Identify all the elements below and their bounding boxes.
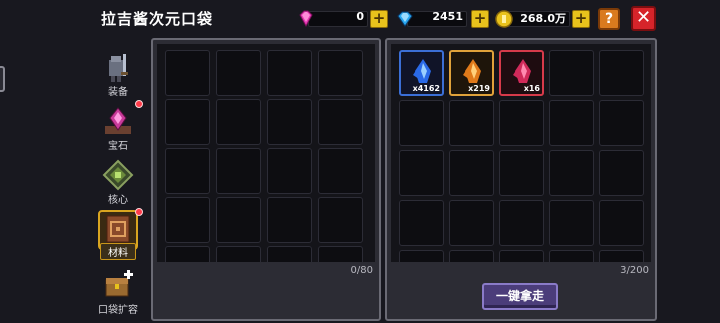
inventory-slot[interactable]	[216, 246, 261, 262]
notification-dot	[135, 208, 143, 216]
pink-gem-icon	[299, 10, 313, 28]
inventory-slot[interactable]	[399, 150, 444, 196]
sidebar-item-gem[interactable]: 宝石	[92, 100, 144, 154]
inventory-slot[interactable]	[399, 100, 444, 146]
orange-crystal-icon	[463, 59, 481, 83]
inventory-slot[interactable]	[165, 50, 210, 96]
inventory-slot[interactable]	[499, 200, 544, 246]
inventory-item-blue-crystal[interactable]: x4162	[399, 50, 444, 96]
gem-icon	[105, 107, 131, 134]
inventory-slot[interactable]	[216, 197, 261, 243]
inventory-slot[interactable]	[267, 99, 312, 145]
inventory-slot[interactable]	[318, 197, 363, 243]
inventory-slot[interactable]	[549, 100, 594, 146]
blue-diamond-icon	[397, 11, 413, 27]
sidebar-item-label: 装备	[108, 87, 128, 98]
inventory-slot[interactable]	[449, 200, 494, 246]
inventory-slot[interactable]	[449, 100, 494, 146]
add-pink-gem-button[interactable]: +	[370, 10, 388, 28]
inventory-slot[interactable]	[499, 250, 544, 262]
item-quantity: x4162	[412, 84, 440, 93]
inventory-slot[interactable]	[318, 246, 363, 262]
edge-pull-tab[interactable]	[0, 66, 5, 92]
inventory-slot[interactable]	[267, 246, 312, 262]
currency-pink-gem: 0 +	[296, 9, 392, 29]
page-title: 拉吉酱次元口袋	[101, 10, 214, 28]
inventory-slot[interactable]	[599, 100, 644, 146]
collect-all-button[interactable]: 一键拿走	[482, 283, 558, 310]
inventory-slot[interactable]	[499, 150, 544, 196]
pocket-panel: 0/80	[151, 38, 381, 321]
currency-blue-diamond: 2451 +	[395, 9, 491, 29]
storage-grid[interactable]: x4162 x219 x16	[391, 44, 651, 262]
inventory-slot[interactable]	[599, 200, 644, 246]
storage-panel: x4162 x219 x16 3/200	[385, 38, 657, 321]
inventory-slot[interactable]	[216, 50, 261, 96]
inventory-slot[interactable]	[318, 148, 363, 194]
close-button[interactable]: ✕	[631, 6, 656, 31]
inventory-slot[interactable]	[599, 50, 644, 96]
inventory-slot[interactable]	[449, 250, 494, 262]
help-button[interactable]: ?	[598, 8, 620, 30]
sidebar-item-equipment[interactable]: 装备	[92, 48, 144, 100]
sidebar-item-label: 宝石	[108, 141, 128, 152]
inventory-slot[interactable]	[549, 50, 594, 96]
inventory-slot[interactable]	[165, 197, 210, 243]
inventory-slot[interactable]	[165, 148, 210, 194]
pocket-capacity-count: 0/80	[350, 265, 373, 276]
sidebar-item-label: 材料	[100, 243, 136, 260]
inventory-slot[interactable]	[216, 148, 261, 194]
inventory-slot[interactable]	[267, 197, 312, 243]
sidebar-item-expand[interactable]: 口袋扩容	[92, 266, 144, 318]
inventory-slot[interactable]	[267, 148, 312, 194]
inventory-slot[interactable]	[399, 200, 444, 246]
add-diamond-button[interactable]: +	[471, 10, 489, 28]
sidebar-item-label: 口袋扩容	[98, 305, 138, 316]
inventory-slot[interactable]	[599, 250, 644, 262]
blue-crystal-icon	[413, 59, 431, 83]
inventory-slot[interactable]	[318, 50, 363, 96]
inventory-slot[interactable]	[165, 246, 210, 262]
inventory-slot[interactable]	[449, 150, 494, 196]
currency-value: 0	[356, 10, 364, 23]
chest-expand-icon	[105, 270, 133, 297]
inventory-slot[interactable]	[399, 250, 444, 262]
inventory-item-red-crystal[interactable]: x16	[499, 50, 544, 96]
red-crystal-icon	[513, 59, 531, 83]
notification-dot	[135, 100, 143, 108]
currency-gold-coin: 268.0万 +	[494, 9, 594, 29]
currency-value: 268.0万	[520, 12, 566, 25]
material-book-icon	[106, 215, 130, 243]
sidebar: 装备 宝石 核心 材料 口袋扩容	[92, 44, 148, 323]
inventory-slot[interactable]	[216, 99, 261, 145]
sidebar-item-label: 核心	[108, 195, 128, 206]
pocket-grid[interactable]	[157, 44, 375, 262]
inventory-item-orange-crystal[interactable]: x219	[449, 50, 494, 96]
currency-value: 2451	[432, 10, 463, 23]
inventory-slot[interactable]	[599, 150, 644, 196]
inventory-slot[interactable]	[549, 250, 594, 262]
inventory-slot[interactable]	[318, 99, 363, 145]
sidebar-item-material[interactable]: 材料	[92, 208, 144, 262]
inventory-slot[interactable]	[165, 99, 210, 145]
inventory-slot[interactable]	[549, 200, 594, 246]
sidebar-item-core[interactable]: 核心	[92, 156, 144, 208]
gold-coin-icon	[495, 10, 513, 28]
inventory-slot[interactable]	[549, 150, 594, 196]
add-gold-button[interactable]: +	[572, 10, 590, 28]
header: 拉吉酱次元口袋 0 + 2451 + 268.0万 + ? ✕	[0, 0, 720, 38]
core-icon	[102, 159, 134, 191]
item-quantity: x219	[468, 84, 490, 93]
item-quantity: x16	[523, 84, 540, 93]
storage-capacity-count: 3/200	[620, 265, 649, 276]
inventory-slot[interactable]	[499, 100, 544, 146]
equipment-icon	[109, 54, 128, 82]
inventory-slot[interactable]	[267, 50, 312, 96]
